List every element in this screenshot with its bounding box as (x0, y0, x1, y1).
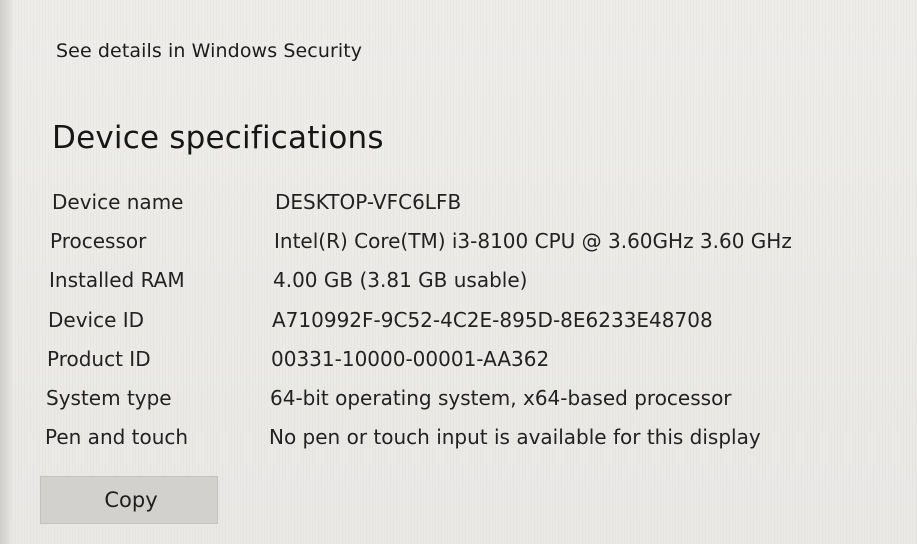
spec-label: System type (46, 386, 172, 410)
windows-security-link[interactable]: See details in Windows Security (56, 40, 362, 62)
spec-value: Intel(R) Core(TM) i3-8100 CPU @ 3.60GHz … (274, 229, 792, 253)
spec-label: Installed RAM (49, 268, 185, 292)
spec-row-pen-and-touch: Pen and touch No pen or touch input is a… (0, 425, 917, 457)
spec-value: No pen or touch input is available for t… (269, 425, 761, 449)
spec-label: Processor (50, 229, 147, 253)
spec-value: A710992F-9C52-4C2E-895D-8E6233E48708 (272, 308, 713, 332)
spec-value: 00331-10000-00001-AA362 (271, 347, 550, 371)
spec-row-system-type: System type 64-bit operating system, x64… (0, 386, 917, 418)
spec-row-device-name: Device name DESKTOP-VFC6LFB (0, 190, 917, 222)
spec-value: DESKTOP-VFC6LFB (275, 190, 462, 214)
spec-label: Device ID (48, 308, 145, 332)
settings-page: See details in Windows Security Device s… (0, 0, 917, 544)
spec-value: 4.00 GB (3.81 GB usable) (273, 268, 528, 292)
spec-label: Device name (52, 190, 184, 214)
spec-label: Pen and touch (45, 425, 189, 449)
spec-row-installed-ram: Installed RAM 4.00 GB (3.81 GB usable) (0, 268, 917, 300)
spec-row-processor: Processor Intel(R) Core(TM) i3-8100 CPU … (0, 229, 917, 261)
spec-label: Product ID (47, 347, 151, 371)
spec-row-device-id: Device ID A710992F-9C52-4C2E-895D-8E6233… (0, 308, 917, 340)
spec-row-product-id: Product ID 00331-10000-00001-AA362 (0, 347, 917, 379)
section-title-device-specifications: Device specifications (52, 120, 384, 156)
copy-button[interactable]: Copy (40, 476, 218, 524)
spec-value: 64-bit operating system, x64-based proce… (270, 386, 732, 410)
